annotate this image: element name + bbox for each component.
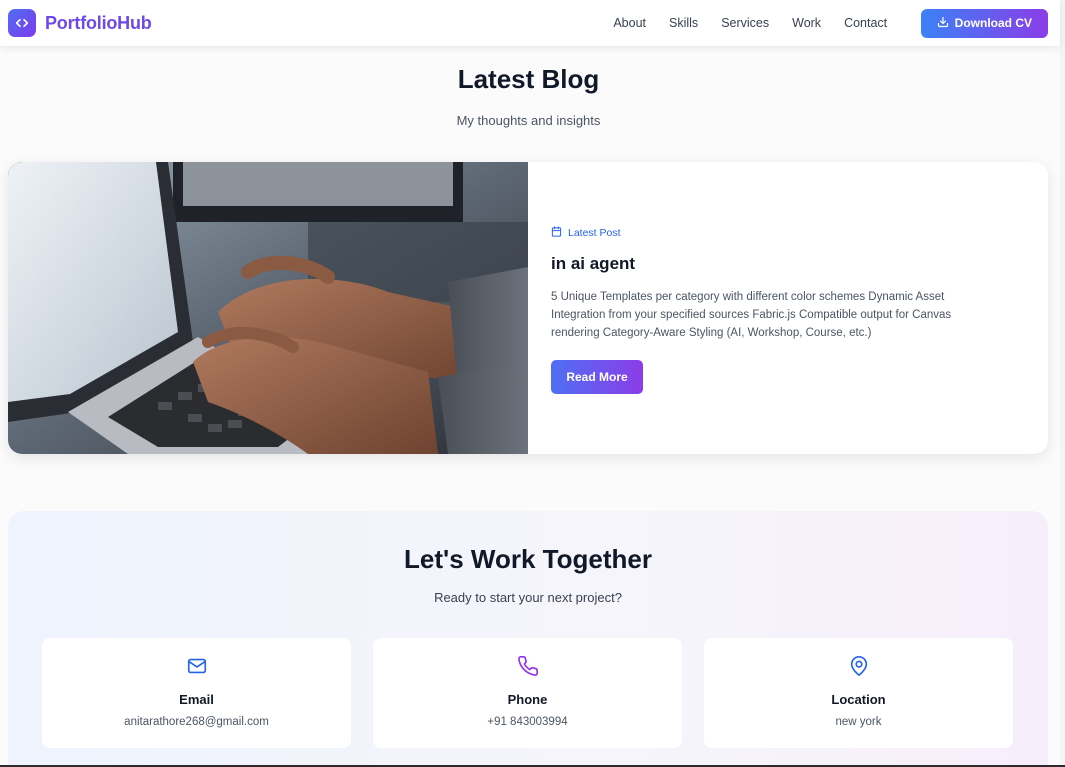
contact-title: Let's Work Together (404, 544, 652, 574)
contact-card-phone[interactable]: Phone +91 843003994 (373, 638, 682, 748)
code-icon (8, 9, 36, 37)
blog-post-title[interactable]: in ai agent (551, 254, 1024, 274)
contact-value-phone[interactable]: +91 843003994 (487, 716, 567, 728)
contact-cards: Email anitarathore268@gmail.com Phone +9… (42, 638, 1013, 748)
contact-card-location[interactable]: Location new york (704, 638, 1013, 748)
blog-section-title: Latest Blog (457, 64, 600, 94)
brand-name: PortfolioHub (45, 12, 152, 33)
blog-excerpt: 5 Unique Templates per category with dif… (551, 291, 952, 339)
read-more-button[interactable]: Read More (551, 360, 643, 394)
navbar: PortfolioHub About Skills Services Work … (0, 0, 1060, 46)
blog-section-subtitle: My thoughts and insights (456, 113, 601, 128)
calendar-icon (551, 226, 562, 240)
page-scrollbar[interactable] (1060, 0, 1065, 767)
contact-subtitle: Ready to start your next project? (434, 590, 622, 605)
contact-card-email[interactable]: Email anitarathore268@gmail.com (42, 638, 351, 748)
latest-post-badge: Latest Post (568, 227, 621, 239)
contact-label-phone: Phone (507, 692, 548, 707)
contact-value-email[interactable]: anitarathore268@gmail.com (124, 716, 269, 728)
nav-links: About Skills Services Work Contact (602, 16, 899, 30)
brand[interactable]: PortfolioHub (8, 9, 152, 37)
nav-link-work[interactable]: Work (781, 16, 833, 30)
contact-value-location: new york (835, 716, 882, 728)
blog-card: Latest Post in ai agent 5 Unique Templat… (8, 162, 1048, 454)
contact-label-email: Email (179, 692, 214, 707)
blog-header: Latest Blog My thoughts and insights (0, 64, 1057, 128)
download-icon (937, 16, 949, 31)
map-pin-icon (848, 655, 870, 682)
download-cv-button[interactable]: Download CV (920, 8, 1048, 38)
nav-link-contact[interactable]: Contact (833, 16, 899, 30)
download-cv-label: Download CV (954, 16, 1032, 30)
contact-section: Let's Work Together Ready to start your … (8, 511, 1048, 767)
nav-link-services[interactable]: Services (710, 16, 781, 30)
contact-label-location: Location (831, 692, 886, 707)
blog-meta: Latest Post (551, 226, 1024, 240)
nav-link-skills[interactable]: Skills (658, 16, 710, 30)
mail-icon (186, 655, 208, 682)
phone-icon (517, 655, 539, 682)
blog-card-body: Latest Post in ai agent 5 Unique Templat… (528, 162, 1048, 454)
blog-image-laptop-typing (8, 162, 528, 454)
nav-link-about[interactable]: About (602, 16, 658, 30)
